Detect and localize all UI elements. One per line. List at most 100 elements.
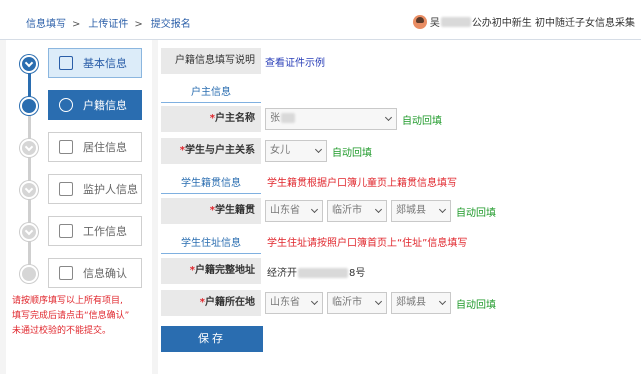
label-text: 户籍所在地 [205,297,255,308]
help-row: 户籍信息填写说明 查看证件示例 [161,48,325,74]
native-province-select[interactable]: 山东省 [265,200,323,222]
label-text: 户籍完整地址 [195,265,255,276]
redacted-text [298,267,348,278]
location-label: *户籍所在地 [161,290,261,316]
chevron-down-icon [438,297,447,306]
instruction-line: 请按顺序填写以上所有项目, [12,296,123,306]
step-residence[interactable]: 居住信息 [6,132,152,162]
document-edit-icon [59,56,73,70]
user-name: 吴 [429,18,440,29]
step-label: 信息确认 [83,267,127,280]
step-label: 户籍信息 [83,99,127,112]
step-box-basic-info[interactable]: 基本信息 [48,48,142,78]
step-label: 工作信息 [83,225,127,238]
location-county-select[interactable]: 郯城县 [391,292,451,314]
breadcrumb-submit[interactable]: 提交报名 [151,19,191,30]
clipboard-icon [59,224,73,238]
chevron-down-icon [24,142,34,152]
step-indicator [20,265,38,283]
native-county-select[interactable]: 郯城县 [391,200,451,222]
chevron-down-icon [374,297,383,306]
save-button[interactable]: 保存 [161,326,263,352]
breadcrumb-info-fill[interactable]: 信息填写 [26,19,66,30]
address-warning: 学生住址请按照户口簿首页上“住址”信息填写 [267,238,468,249]
guardian-icon [59,182,73,196]
relation-row: *学生与户主关系 女儿 自动回填 [161,138,372,164]
chevron-down-icon [24,58,34,68]
owner-name-row: *户主名称 张 自动回填 [161,106,442,132]
step-indicator [20,55,38,73]
step-indicator [20,97,38,115]
breadcrumb: 信息填写 > 上传证件 > 提交报名 [26,15,197,30]
chevron-down-icon [384,113,393,122]
instruction-line: 未通过校验的不能提交。 [12,326,112,336]
person-icon [59,98,73,112]
chevron-down-icon [24,226,34,236]
step-box-household[interactable]: 户籍信息 [48,90,142,120]
native-city-select[interactable]: 临沂市 [327,200,387,222]
selected-value: 临沂市 [332,205,362,216]
step-basic-info[interactable]: 基本信息 [6,48,152,78]
step-label: 监护人信息 [83,183,138,196]
auto-fill-text: 自动回填 [402,115,442,127]
chevron-down-icon [438,205,447,214]
user-info: 吴 公办初中新生 初中随迁子女信息采集 [412,14,635,29]
address-prefix: 经济开 [267,267,297,279]
step-indicator [20,181,38,199]
label-text: 学生与户主关系 [185,145,255,156]
step-work[interactable]: 工作信息 [6,216,152,246]
step-sidebar: 基本信息 户籍信息 居住信息 监护人信息 工作信息 信息确认 请按顺序填写以上所… [6,40,152,374]
top-bar: 信息填写 > 上传证件 > 提交报名 吴 公办初中新生 初中随迁子女信息采集 [0,0,641,40]
chevron-down-icon [310,297,319,306]
sidebar-instructions: 请按顺序填写以上所有项目, 填写完成后请点击“信息确认” 未通过校验的不能提交。 [12,294,129,339]
selected-value: 张 [270,113,280,124]
address-row: *户籍完整地址 经济开 8号 [161,258,365,284]
auto-fill-text: 自动回填 [456,207,496,219]
breadcrumb-upload[interactable]: 上传证件 [88,19,128,30]
relation-label: *学生与户主关系 [161,138,261,164]
auto-fill-text: 自动回填 [456,299,496,311]
address-value: 经济开 8号 [267,264,365,279]
instruction-line: 填写完成后请点击“信息确认” [12,311,130,321]
step-box-guardian[interactable]: 监护人信息 [48,174,142,204]
address-label: *户籍完整地址 [161,258,261,284]
view-sample-link[interactable]: 查看证件示例 [265,54,325,69]
native-row: *学生籍贯 山东省 临沂市 郯城县 自动回填 [161,198,496,224]
label-text: 学生籍贯 [215,205,255,216]
redacted-text [281,113,295,123]
breadcrumb-separator: > [72,19,81,30]
label-text: 户主名称 [215,113,255,124]
form-panel: 户籍信息填写说明 查看证件示例 户主信息 *户主名称 张 自动回填 *学生与户主… [158,40,641,374]
owner-name-select[interactable]: 张 [265,108,397,130]
location-province-select[interactable]: 山东省 [265,292,323,314]
step-household[interactable]: 户籍信息 [6,90,152,120]
chevron-down-icon [24,184,34,194]
step-indicator [20,223,38,241]
help-label: 户籍信息填写说明 [161,48,261,74]
step-guardian[interactable]: 监护人信息 [6,174,152,204]
location-city-select[interactable]: 临沂市 [327,292,387,314]
step-box-work[interactable]: 工作信息 [48,216,142,246]
step-confirm[interactable]: 信息确认 [6,258,152,288]
selected-value: 山东省 [270,297,300,308]
chevron-down-icon [310,205,319,214]
relation-select[interactable]: 女儿 [265,140,327,162]
selected-value: 郯城县 [396,297,426,308]
section-native: 学生籍贯信息 [161,174,261,194]
step-box-confirm[interactable]: 信息确认 [48,258,142,288]
step-label: 基本信息 [83,57,127,70]
user-context: 公办初中新生 初中随迁子女信息采集 [471,18,635,29]
chevron-down-icon [314,145,323,154]
section-address: 学生住址信息 [161,234,261,254]
native-label: *学生籍贯 [161,198,261,224]
step-label: 居住信息 [83,141,127,154]
home-icon [59,140,73,154]
selected-value: 女儿 [270,145,290,156]
avatar [412,14,427,29]
section-household: 户主信息 [161,83,261,103]
redacted-text [440,16,471,27]
auto-fill-text: 自动回填 [332,147,372,159]
selected-value: 郯城县 [396,205,426,216]
chevron-down-icon [374,205,383,214]
step-box-residence[interactable]: 居住信息 [48,132,142,162]
